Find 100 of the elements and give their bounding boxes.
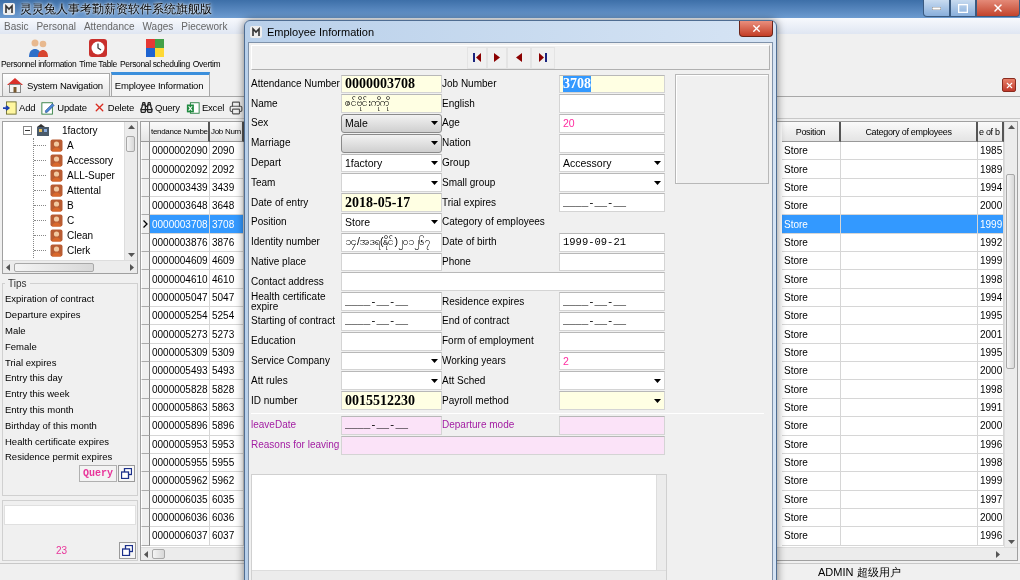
date-field[interactable]: 2018-05-17 xyxy=(341,193,442,213)
tip-link[interactable]: Health certificate expires xyxy=(5,433,135,449)
scroll-thumb[interactable] xyxy=(14,262,94,272)
scroll-down-icon[interactable] xyxy=(1007,540,1015,544)
date-field[interactable]: ____-__-__ xyxy=(559,193,665,213)
tip-link[interactable]: Residence permit expires xyxy=(5,448,135,465)
row-indicator[interactable] xyxy=(141,215,150,234)
scrollbar[interactable] xyxy=(124,122,137,260)
tip-link[interactable]: Entry this week xyxy=(5,385,135,402)
scroll-down-icon[interactable] xyxy=(127,253,135,257)
query-button[interactable]: Query xyxy=(79,464,117,482)
first-record-button[interactable] xyxy=(466,46,487,69)
tip-link[interactable]: Entry this day xyxy=(5,370,135,386)
column-header[interactable]: Position xyxy=(782,122,841,142)
tree-item[interactable]: Accessory xyxy=(50,153,114,168)
menu-item[interactable]: Basic xyxy=(0,20,33,32)
tip-link[interactable]: Expiration of contract xyxy=(5,291,135,307)
toolbar-button[interactable]: Add xyxy=(2,100,37,115)
tip-link[interactable]: Birthday of this month xyxy=(5,417,135,434)
text-field[interactable]: 20 xyxy=(559,114,665,133)
launcher-label[interactable]: Personnel information xyxy=(1,59,77,69)
tip-link[interactable]: Departure expires xyxy=(5,306,135,323)
text-field[interactable]: 0000003708 xyxy=(341,74,442,94)
text-field[interactable] xyxy=(559,133,665,153)
date-field[interactable]: ____-__-__ xyxy=(341,416,442,435)
dropdown[interactable]: 1factory xyxy=(341,153,442,173)
dropdown[interactable]: Store xyxy=(341,213,442,232)
scroll-right-icon[interactable] xyxy=(130,263,134,271)
text-field[interactable] xyxy=(559,252,665,272)
last-record-button[interactable] xyxy=(530,46,555,69)
text-field[interactable] xyxy=(341,252,442,272)
previous-button[interactable] xyxy=(506,46,531,69)
scroll-up-icon[interactable] xyxy=(1007,125,1015,129)
date-field[interactable]: ____-__-__ xyxy=(559,312,665,331)
tip-link[interactable]: Entry this month xyxy=(5,401,135,418)
text-field[interactable] xyxy=(559,331,665,351)
text-field[interactable]: 2 xyxy=(559,351,665,371)
dropdown[interactable]: Accessory xyxy=(559,153,665,173)
scroll-thumb[interactable] xyxy=(126,136,135,152)
next-button[interactable] xyxy=(486,46,507,69)
tree-item[interactable]: 1factory xyxy=(23,123,124,138)
scroll-left-icon[interactable] xyxy=(144,550,148,558)
dropdown[interactable] xyxy=(341,133,442,153)
menu-item[interactable]: Piecework xyxy=(177,20,232,32)
tree-item[interactable]: C xyxy=(50,213,75,228)
column-header[interactable]: Category of employees xyxy=(841,122,978,142)
date-field[interactable]: ____-__-__ xyxy=(341,292,442,312)
toolbar-button[interactable]: Excel xyxy=(184,100,226,115)
tip-link[interactable]: Trial expires xyxy=(5,354,135,370)
text-field[interactable] xyxy=(341,331,442,351)
launcher-label[interactable]: Personal scheduling xyxy=(119,59,190,69)
menu-item[interactable]: Attendance xyxy=(79,20,139,32)
tree-item[interactable]: B xyxy=(50,198,74,213)
dropdown[interactable] xyxy=(559,371,665,391)
tree-item[interactable]: ALL-Super xyxy=(50,168,115,183)
text-field[interactable] xyxy=(559,416,665,435)
close-button[interactable] xyxy=(739,21,773,37)
scroll-thumb[interactable] xyxy=(1006,174,1015,369)
scroll-up-icon[interactable] xyxy=(127,125,135,129)
date-field[interactable]: ____-__-__ xyxy=(341,312,442,331)
scrollbar[interactable] xyxy=(252,570,666,580)
text-field[interactable]: ၁၄/အဒရ(နိုင်)၂၀၁၂၆၇ xyxy=(341,232,442,252)
printer-icon[interactable] xyxy=(229,100,244,115)
column-header[interactable]: tendance Numbe xyxy=(150,122,210,142)
tree-item[interactable]: Clean xyxy=(50,228,94,243)
text-field[interactable] xyxy=(341,435,665,455)
dropdown[interactable] xyxy=(341,371,442,391)
close-button[interactable] xyxy=(1002,78,1016,92)
tip-link[interactable]: Male xyxy=(5,322,135,339)
scroll-left-icon[interactable] xyxy=(6,263,10,271)
dropdown[interactable]: Male xyxy=(341,114,442,133)
text-field[interactable]: ဇင်ဗိုင်းကိုကို xyxy=(341,94,442,114)
maximize-button[interactable] xyxy=(950,0,976,17)
dropdown[interactable] xyxy=(341,351,442,371)
collapse-icon[interactable] xyxy=(23,126,32,135)
scroll-right-icon[interactable] xyxy=(996,550,1000,558)
text-field[interactable]: 0015512230 xyxy=(341,391,442,411)
tree-item[interactable]: A xyxy=(50,138,74,153)
toolbar-button[interactable]: Update xyxy=(40,100,88,115)
scroll-thumb[interactable] xyxy=(152,549,165,559)
minimize-button[interactable] xyxy=(923,0,950,17)
tip-link[interactable]: Female xyxy=(5,338,135,355)
text-field[interactable] xyxy=(559,94,665,114)
scrollbar[interactable] xyxy=(656,475,666,571)
dropdown[interactable] xyxy=(559,391,665,411)
dropdown[interactable] xyxy=(559,173,665,193)
toolbar-button[interactable]: Query xyxy=(139,101,181,114)
column-header[interactable]: Job Num xyxy=(210,122,244,142)
menu-item[interactable]: Personal xyxy=(32,20,80,32)
scrollbar[interactable] xyxy=(3,260,137,273)
column-header[interactable]: e of b xyxy=(978,122,1004,142)
text-field[interactable] xyxy=(341,272,665,292)
launcher-label[interactable]: Overtim xyxy=(192,59,221,69)
tree-item[interactable]: Attental xyxy=(50,183,101,198)
memo-field[interactable] xyxy=(251,474,667,580)
scrollbar[interactable] xyxy=(1004,122,1017,547)
launcher-label[interactable]: Time Table xyxy=(79,59,117,69)
input-field[interactable] xyxy=(4,505,136,525)
date-field[interactable]: 1999-09-21 xyxy=(559,232,665,252)
dropdown[interactable] xyxy=(341,173,442,193)
